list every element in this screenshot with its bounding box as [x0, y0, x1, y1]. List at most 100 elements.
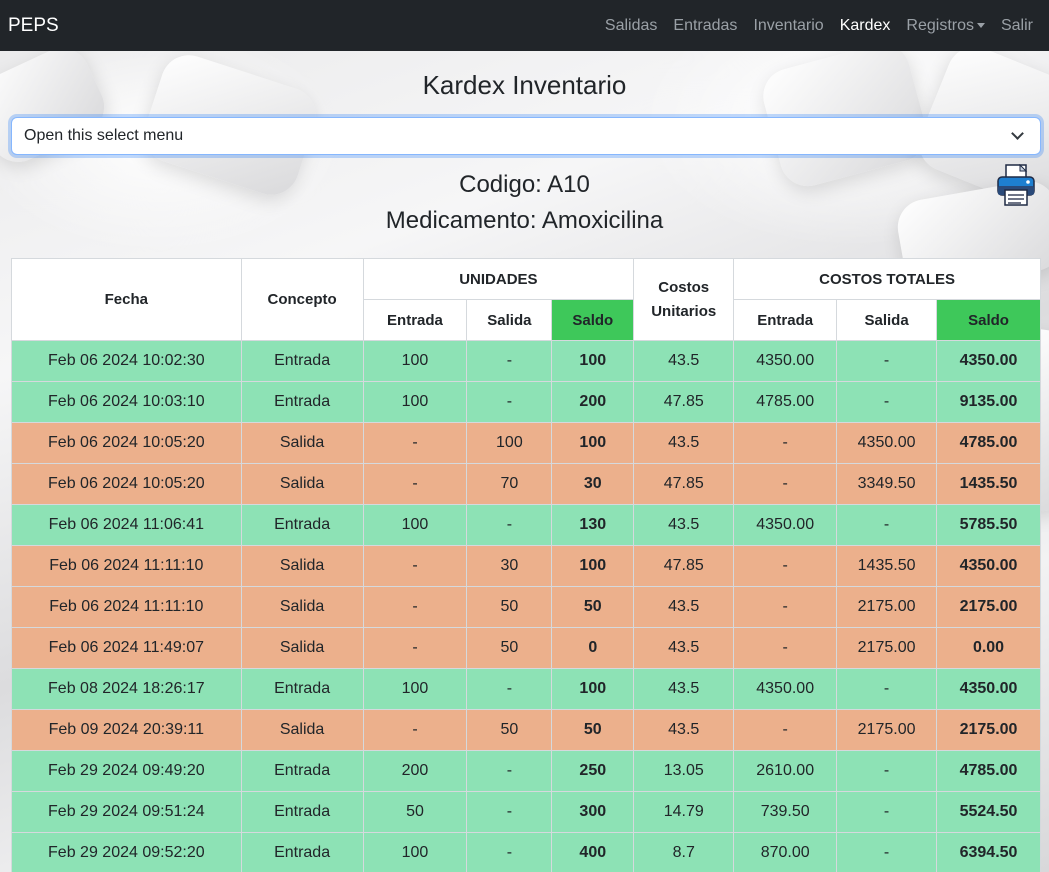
cell-unidades-entrada: - — [362, 627, 468, 669]
navbar: PEPS Salidas Entradas Inventario Kardex … — [0, 0, 1049, 51]
cell-costo-unitario: 43.5 — [633, 422, 735, 464]
cell-unidades-salida: - — [466, 340, 553, 382]
table-row: Feb 06 2024 10:05:20 Salida -100 100 43.5-43… — [11, 422, 1041, 464]
cell-costo-unitario: 43.5 — [633, 504, 735, 546]
cell-costo-unitario: 47.85 — [633, 381, 735, 423]
cell-costo-saldo: 5524.50 — [936, 791, 1041, 833]
cell-unidades-saldo: 400 — [551, 832, 635, 872]
cell-concepto: Salida — [240, 627, 364, 669]
cell-fecha: Feb 08 2024 18:26:17 — [11, 668, 242, 710]
table-row: Feb 06 2024 10:05:20 Salida -70 30 47.85-334… — [11, 463, 1041, 505]
cell-unidades-salida: - — [466, 832, 553, 872]
cell-fecha: Feb 29 2024 09:49:20 — [11, 750, 242, 792]
cell-costo-unitario: 43.5 — [633, 668, 735, 710]
nav-link-entradas[interactable]: Entradas — [665, 17, 745, 35]
nav-dropdown-registros[interactable]: Registros — [898, 17, 993, 35]
cell-fecha: Feb 06 2024 10:02:30 — [11, 340, 242, 382]
cell-unidades-entrada: 100 — [362, 832, 468, 872]
table-row: Feb 29 2024 09:49:20 Entrada 200-250 13.05 2… — [11, 750, 1041, 792]
table-body: Feb 06 2024 10:02:30 Entrada 100-100 43.5 43… — [11, 340, 1041, 872]
cell-costo-salida: - — [836, 791, 938, 833]
cell-costo-salida: 2175.00 — [836, 627, 938, 669]
cell-unidades-entrada: - — [362, 709, 468, 751]
cell-unidades-entrada: 50 — [362, 791, 468, 833]
cell-unidades-salida: 50 — [466, 709, 553, 751]
printer-icon[interactable] — [997, 164, 1035, 206]
cell-unidades-salida: - — [466, 791, 553, 833]
cell-concepto: Salida — [240, 422, 364, 464]
cell-unidades-salida: - — [466, 504, 553, 546]
select-value: Open this select menu — [24, 127, 184, 144]
cell-unidades-salida: 50 — [466, 627, 553, 669]
main-content: Kardex Inventario Open this select menu … — [0, 51, 1049, 872]
cell-costo-unitario: 43.5 — [633, 586, 735, 628]
table-row: Feb 06 2024 11:11:10 Salida -30 100 47.85-14… — [11, 545, 1041, 587]
cell-costo-entrada: - — [733, 463, 838, 505]
col-costos-unitarios: Costos Unitarios — [633, 258, 735, 341]
col-unidades-saldo: Saldo — [551, 299, 635, 341]
cell-costo-salida: 2175.00 — [836, 709, 938, 751]
cell-concepto: Salida — [240, 709, 364, 751]
cell-unidades-saldo: 200 — [551, 381, 635, 423]
cell-costo-salida: 3349.50 — [836, 463, 938, 505]
cell-costo-salida: 1435.50 — [836, 545, 938, 587]
medicamento-heading: Medicamento: Amoxicilina — [385, 207, 664, 234]
chevron-down-icon — [1011, 127, 1024, 140]
cell-costo-unitario: 8.7 — [633, 832, 735, 872]
nav-link-inventario[interactable]: Inventario — [745, 17, 831, 35]
cell-concepto: Entrada — [240, 832, 364, 872]
cell-unidades-saldo: 0 — [551, 627, 635, 669]
cell-costo-entrada: 4350.00 — [733, 504, 838, 546]
cell-concepto: Entrada — [240, 750, 364, 792]
cell-unidades-entrada: - — [362, 463, 468, 505]
table-row: Feb 06 2024 11:49:07 Salida -50 0 43.5-2175.… — [11, 627, 1041, 669]
cell-costo-saldo: 2175.00 — [936, 709, 1041, 751]
cell-unidades-saldo: 300 — [551, 791, 635, 833]
cell-costo-saldo: 4785.00 — [936, 422, 1041, 464]
cell-costo-salida: - — [836, 381, 938, 423]
cell-costo-unitario: 43.5 — [633, 340, 735, 382]
brand-link[interactable]: PEPS — [8, 15, 59, 37]
cell-concepto: Salida — [240, 463, 364, 505]
cell-costo-entrada: - — [733, 586, 838, 628]
nav-link-salir[interactable]: Salir — [993, 17, 1041, 35]
cell-unidades-salida: - — [466, 750, 553, 792]
cell-costo-entrada: 2610.00 — [733, 750, 838, 792]
cell-concepto: Salida — [240, 545, 364, 587]
table-row: Feb 06 2024 11:06:41 Entrada 100-130 43.5 43… — [11, 504, 1041, 546]
medicamento-select[interactable]: Open this select menu — [11, 117, 1041, 155]
cell-unidades-saldo: 250 — [551, 750, 635, 792]
cell-costo-salida: - — [836, 504, 938, 546]
cell-costo-entrada: - — [733, 422, 838, 464]
col-group-unidades: UNIDADES — [362, 258, 635, 300]
cell-unidades-saldo: 30 — [551, 463, 635, 505]
cell-fecha: Feb 06 2024 11:49:07 — [11, 627, 242, 669]
cell-unidades-salida: 100 — [466, 422, 553, 464]
cell-unidades-saldo: 130 — [551, 504, 635, 546]
cell-unidades-salida: 50 — [466, 586, 553, 628]
cell-fecha: Feb 06 2024 10:05:20 — [11, 463, 242, 505]
cell-costo-unitario: 43.5 — [633, 709, 735, 751]
cell-costo-saldo: 5785.50 — [936, 504, 1041, 546]
kardex-table: Fecha Concepto UNIDADES Costos Unitarios… — [11, 258, 1041, 872]
cell-costo-saldo: 9135.00 — [936, 381, 1041, 423]
cell-concepto: Entrada — [240, 340, 364, 382]
cell-costo-entrada: - — [733, 627, 838, 669]
table-row: Feb 29 2024 09:52:20 Entrada 100-400 8.7 870… — [11, 832, 1041, 872]
nav-dropdown-label: Registros — [906, 16, 974, 34]
cell-costo-salida: - — [836, 668, 938, 710]
nav-link-kardex[interactable]: Kardex — [832, 17, 899, 35]
cell-unidades-salida: - — [466, 668, 553, 710]
table-row: Feb 06 2024 11:11:10 Salida -50 50 43.5-2175… — [11, 586, 1041, 628]
table-row: Feb 06 2024 10:03:10 Entrada 100-200 47.85 4… — [11, 381, 1041, 423]
cell-costo-entrada: - — [733, 545, 838, 587]
nav-link-salidas[interactable]: Salidas — [597, 17, 665, 35]
cell-unidades-saldo: 100 — [551, 545, 635, 587]
caret-down-icon — [976, 22, 985, 28]
cell-fecha: Feb 06 2024 10:03:10 — [11, 381, 242, 423]
cell-unidades-salida: 30 — [466, 545, 553, 587]
cell-concepto: Entrada — [240, 381, 364, 423]
cell-unidades-entrada: - — [362, 586, 468, 628]
cell-costo-saldo: 1435.50 — [936, 463, 1041, 505]
cell-concepto: Entrada — [240, 791, 364, 833]
